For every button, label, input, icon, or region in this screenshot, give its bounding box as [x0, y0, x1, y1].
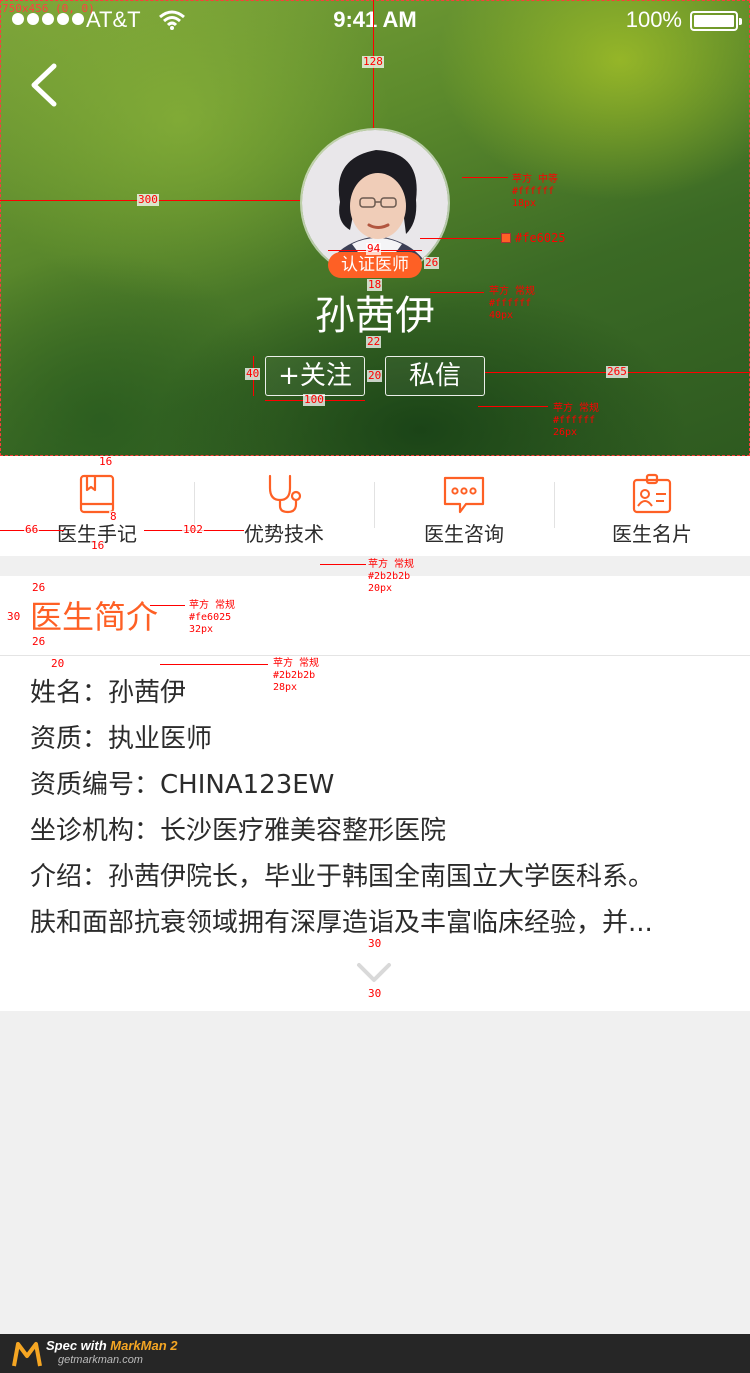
spec-dimension: 30	[367, 937, 383, 950]
markman-prefix: Spec with	[46, 1338, 111, 1353]
spec-line	[420, 238, 500, 239]
spec-dimension: 20	[367, 369, 383, 382]
status-bar: AT&T 9:41 AM 100%	[0, 0, 750, 40]
markman-logo-icon	[12, 1342, 42, 1367]
feature-label: 医生名片	[612, 522, 692, 546]
spec-dimension: 16	[98, 455, 114, 468]
spec-dimension: 100	[303, 393, 325, 406]
spec-dimension: 66	[24, 523, 40, 536]
battery-icon	[690, 11, 742, 31]
spec-note: 苹方 常规 #ffffff 40px	[489, 286, 536, 321]
stethoscope-icon	[268, 474, 302, 514]
spec-dimension: 102	[182, 523, 204, 536]
feature-business-card[interactable]: 医生名片	[554, 456, 750, 556]
spec-line	[160, 664, 268, 665]
spec-dimension: 265	[606, 365, 628, 378]
id-badge-icon	[632, 473, 672, 514]
chevron-down-icon[interactable]	[356, 962, 392, 984]
spec-line	[478, 406, 548, 407]
feature-label: 优势技术	[244, 522, 324, 546]
spec-line	[430, 292, 484, 293]
spec-dimension: 18	[367, 278, 383, 291]
spec-dimension: 22	[366, 335, 382, 348]
divider	[0, 655, 750, 656]
intro-clinic-line: 坐诊机构：长沙医疗雅美容整形医院	[30, 816, 447, 846]
spec-note: 苹方 中等 #ffffff 18px	[512, 174, 559, 209]
spec-dimension: 300	[137, 193, 159, 206]
chat-bubble-icon	[443, 476, 485, 514]
markman-brand: MarkMan 2	[110, 1338, 178, 1353]
intro-description-line: 介绍：孙茜伊院长，毕业于韩国全南国立大学医科系。	[30, 862, 655, 892]
feature-label: 医生咨询	[424, 522, 504, 546]
follow-button[interactable]: +关注	[265, 356, 365, 396]
spec-frame-label: 750x456 (0, 0)	[2, 2, 95, 15]
color-swatch	[501, 233, 511, 243]
spec-note: 苹方 常规 #2b2b2b 28px	[273, 658, 320, 693]
profile-header: AT&T 9:41 AM 100% 认证医师 孙茜伊 +关注 私信	[0, 0, 750, 456]
markman-watermark-bar: Spec with MarkMan 2 getmarkman.com	[0, 1334, 750, 1373]
spec-dimension: 30	[367, 987, 383, 1000]
feature-advantage-tech[interactable]: 优势技术	[194, 456, 374, 556]
divider	[374, 482, 375, 528]
spec-dimension: 16	[90, 539, 106, 552]
battery-percent: 100%	[625, 7, 682, 32]
divider	[194, 482, 195, 528]
spec-line	[462, 177, 508, 178]
spec-dimension: 26	[31, 581, 47, 594]
spec-dimension: 30	[6, 610, 22, 623]
intro-title: 医生简介	[30, 598, 159, 636]
private-message-button[interactable]: 私信	[385, 356, 485, 396]
divider	[554, 482, 555, 528]
doctor-name: 孙茜伊	[315, 293, 435, 339]
markman-url: getmarkman.com	[58, 1354, 143, 1366]
spec-dimension: 128	[362, 55, 384, 68]
spec-line	[320, 564, 366, 565]
intro-name-line: 姓名：孙茜伊	[30, 678, 187, 708]
verified-doctor-badge: 认证医师	[328, 252, 422, 278]
intro-qualification-line: 资质：执业医师	[30, 724, 213, 754]
spec-dimension: 94	[366, 242, 382, 255]
spec-dimension: 20	[50, 657, 66, 670]
feature-consultation[interactable]: 医生咨询	[374, 456, 554, 556]
spec-note: 苹方 常规 #fe6025 32px	[189, 600, 236, 635]
spec-note: #fe6025	[515, 231, 566, 245]
feature-nav: 医生手记 优势技术 医生咨询 医生名片	[0, 456, 750, 556]
spec-note: 苹方 常规 #ffffff 26px	[553, 403, 600, 438]
intro-license-line: 资质编号：CHINA123EW	[30, 770, 335, 800]
spec-dimension: 8	[109, 510, 118, 523]
back-arrow-icon[interactable]	[26, 62, 66, 108]
spec-dimension: 26	[424, 256, 440, 269]
spec-dimension: 26	[31, 635, 47, 648]
markman-tagline: Spec with MarkMan 2	[46, 1338, 178, 1353]
spec-line	[150, 605, 185, 606]
intro-details: 姓名：孙茜伊 资质：执业医师 资质编号：CHINA123EW 坐诊机构：长沙医疗…	[30, 670, 730, 946]
spec-note: 苹方 常规 #2b2b2b 20px	[368, 559, 415, 594]
spec-dimension: 40	[245, 367, 261, 380]
